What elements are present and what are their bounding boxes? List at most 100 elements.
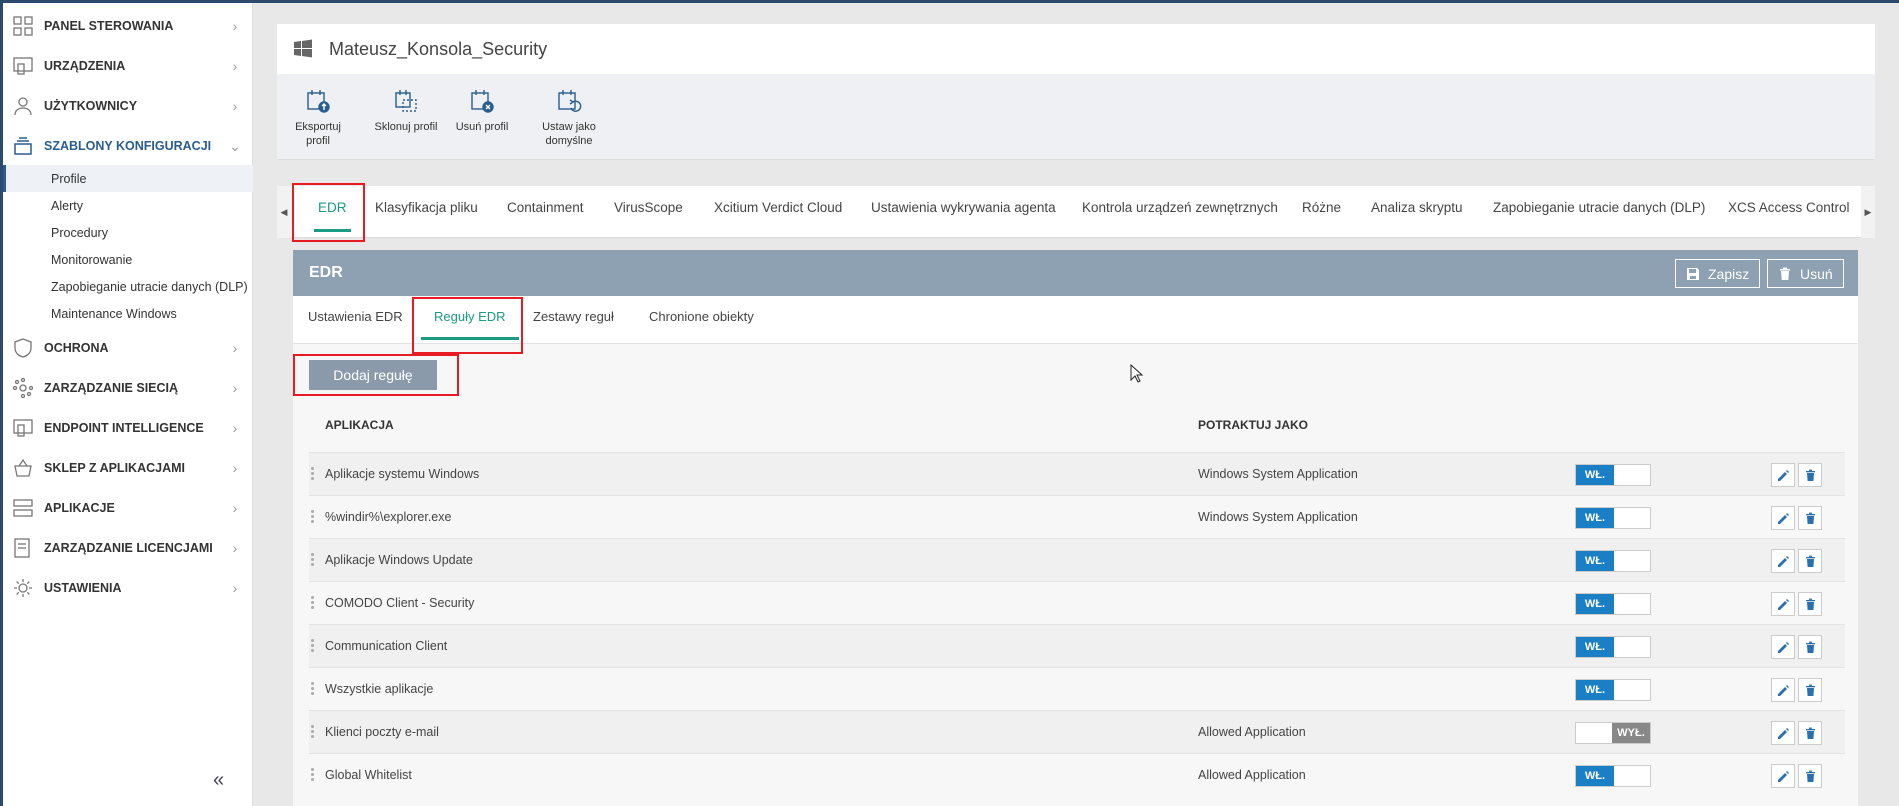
rule-toggle[interactable]: WŁ. <box>1575 636 1651 658</box>
window-top-border <box>0 0 1899 3</box>
sidebar-subitem-maintenance-windows[interactable]: Maintenance Windows <box>3 300 253 327</box>
delete-row-button[interactable] <box>1798 549 1822 573</box>
sidebar-item-panel-sterowania[interactable]: PANEL STEROWANIA › <box>3 6 253 46</box>
rule-toggle[interactable]: WŁ. <box>1575 679 1651 701</box>
sidebar-subitem-profile[interactable]: Profile <box>3 165 253 192</box>
rule-application: Aplikacje Windows Update <box>325 553 473 567</box>
trash-icon <box>1805 727 1815 739</box>
sidebar-subitem-dlp[interactable]: Zapobieganie utracie danych (DLP) <box>3 273 253 300</box>
network-icon <box>12 377 34 399</box>
table-row[interactable]: Klienci poczty e-mail Allowed Applicatio… <box>309 710 1845 753</box>
sidebar-subitem-monitorowanie[interactable]: Monitorowanie <box>3 246 253 273</box>
sidebar-item-endpoint-intelligence[interactable]: ENDPOINT INTELLIGENCE › <box>3 408 253 448</box>
rule-toggle[interactable]: WŁ. <box>1575 550 1651 572</box>
save-button[interactable]: Zapisz <box>1675 259 1761 288</box>
sidebar-collapse-button[interactable]: « <box>213 769 224 792</box>
tab-xcs-access-control[interactable]: XCS Access Control <box>1728 186 1850 238</box>
table-row[interactable]: COMODO Client - Security WŁ. <box>309 581 1845 624</box>
sidebar-item-uzytkownicy[interactable]: UŻYTKOWNICY › <box>3 86 253 126</box>
set-default-button[interactable]: Ustaw jako domyślne <box>536 88 602 148</box>
rule-application: Wszystkie aplikacje <box>325 682 434 696</box>
edit-button[interactable] <box>1771 721 1795 745</box>
subtab-reguly-edr[interactable]: Reguły EDR <box>421 296 518 344</box>
tab-xcitium-verdict-cloud[interactable]: Xcitium Verdict Cloud <box>714 186 842 238</box>
sidebar-item-ustawienia[interactable]: USTAWIENIA › <box>3 568 253 608</box>
edit-button[interactable] <box>1771 549 1795 573</box>
edit-button[interactable] <box>1771 635 1795 659</box>
add-rule-button[interactable]: Dodaj regułę <box>309 360 437 390</box>
table-row[interactable]: Aplikacje Windows Update WŁ. <box>309 538 1845 581</box>
rule-toggle[interactable]: WŁ. <box>1575 593 1651 615</box>
tab-rozne[interactable]: Różne <box>1302 186 1341 238</box>
tab-virusscope[interactable]: VirusScope <box>614 186 683 238</box>
rule-treat-as: Windows System Application <box>1198 467 1358 481</box>
sidebar-item-zarzadzanie-siecia[interactable]: ZARZĄDZANIE SIECIĄ › <box>3 368 253 408</box>
chevron-down-icon: ⌄ <box>229 137 241 154</box>
sidebar-item-urzadzenia[interactable]: URZĄDZENIA › <box>3 46 253 86</box>
delete-row-button[interactable] <box>1798 678 1822 702</box>
drag-handle-icon[interactable] <box>311 510 315 526</box>
rule-toggle[interactable]: WŁ. <box>1575 765 1651 787</box>
delete-row-button[interactable] <box>1798 635 1822 659</box>
drag-handle-icon[interactable] <box>311 553 315 569</box>
edit-button[interactable] <box>1771 678 1795 702</box>
delete-row-button[interactable] <box>1798 721 1822 745</box>
tab-dlp[interactable]: Zapobieganie utracie danych (DLP) <box>1493 186 1705 238</box>
drag-handle-icon[interactable] <box>311 639 315 655</box>
edit-button[interactable] <box>1771 592 1795 616</box>
tab-containment[interactable]: Containment <box>507 186 584 238</box>
table-row[interactable]: Global Whitelist Allowed Application WŁ. <box>309 753 1845 796</box>
table-row[interactable]: %windir%\explorer.exe Windows System App… <box>309 495 1845 538</box>
set-default-icon <box>558 90 582 112</box>
delete-row-button[interactable] <box>1798 592 1822 616</box>
pencil-icon <box>1777 641 1789 653</box>
delete-row-button[interactable] <box>1798 463 1822 487</box>
tab-analiza-skryptu[interactable]: Analiza skryptu <box>1371 186 1463 238</box>
trash-icon <box>1805 555 1815 567</box>
chevron-right-icon: › <box>232 500 238 516</box>
drag-handle-icon[interactable] <box>311 682 315 698</box>
gear-icon <box>12 577 34 599</box>
sidebar-item-label: UŻYTKOWNICY <box>44 99 138 113</box>
sidebar-item-label: SKLEP Z APLIKACJAMI <box>44 461 185 475</box>
tab-klasyfikacja-pliku[interactable]: Klasyfikacja pliku <box>375 186 478 238</box>
sidebar-item-szablony-konfiguracji[interactable]: SZABLONY KONFIGURACJI ⌄ <box>3 126 253 166</box>
table-row[interactable]: Aplikacje systemu Windows Windows System… <box>309 452 1845 495</box>
drag-handle-icon[interactable] <box>311 596 315 612</box>
table-row[interactable]: Wszystkie aplikacje WŁ. <box>309 667 1845 710</box>
edit-button[interactable] <box>1771 506 1795 530</box>
trash-icon <box>1805 641 1815 653</box>
edit-button[interactable] <box>1771 764 1795 788</box>
trash-icon <box>1805 770 1815 782</box>
tab-scroll-right-button[interactable]: ▶ <box>1861 186 1875 238</box>
column-header-application: APLIKACJA <box>325 418 394 432</box>
subtab-zestawy-regul[interactable]: Zestawy reguł <box>533 296 614 344</box>
export-profile-button[interactable]: Eksportuj profil <box>285 88 351 148</box>
drag-handle-icon[interactable] <box>311 725 315 741</box>
sidebar-item-aplikacje[interactable]: APLIKACJE › <box>3 488 253 528</box>
table-row[interactable]: Communication Client WŁ. <box>309 624 1845 667</box>
delete-row-button[interactable] <box>1798 764 1822 788</box>
tab-ustawienia-wykrywania-agenta[interactable]: Ustawienia wykrywania agenta <box>871 186 1056 238</box>
rule-toggle[interactable]: WŁ. <box>1575 507 1651 529</box>
subtab-ustawienia-edr[interactable]: Ustawienia EDR <box>308 296 403 344</box>
tab-scroll-left-button[interactable]: ◀ <box>277 186 291 238</box>
sidebar-item-ochrona[interactable]: OCHRONA › <box>3 328 253 368</box>
sidebar-item-sklep-z-aplikacjami[interactable]: SKLEP Z APLIKACJAMI › <box>3 448 253 488</box>
drag-handle-icon[interactable] <box>311 467 315 483</box>
rule-toggle[interactable]: WYŁ. <box>1575 722 1651 744</box>
delete-row-button[interactable] <box>1798 506 1822 530</box>
subtab-chronione-obiekty[interactable]: Chronione obiekty <box>649 296 754 344</box>
delete-button[interactable]: Usuń <box>1767 259 1844 288</box>
sidebar-item-zarzadzanie-licencjami[interactable]: ZARZĄDZANIE LICENCJAMI › <box>3 528 253 568</box>
sidebar-subitem-alerty[interactable]: Alerty <box>3 192 253 219</box>
tab-edr[interactable]: EDR <box>314 186 350 238</box>
drag-handle-icon[interactable] <box>311 768 315 784</box>
sidebar-subitem-procedury[interactable]: Procedury <box>3 219 253 246</box>
rule-toggle[interactable]: WŁ. <box>1575 464 1651 486</box>
edit-button[interactable] <box>1771 463 1795 487</box>
chevron-right-icon: › <box>232 98 238 114</box>
clone-profile-button[interactable]: Sklonuj profil <box>373 88 439 134</box>
delete-profile-button[interactable]: Usuń profil <box>449 88 515 134</box>
tab-kontrola-urzadzen-zewnetrznych[interactable]: Kontrola urządzeń zewnętrznych <box>1082 186 1278 238</box>
